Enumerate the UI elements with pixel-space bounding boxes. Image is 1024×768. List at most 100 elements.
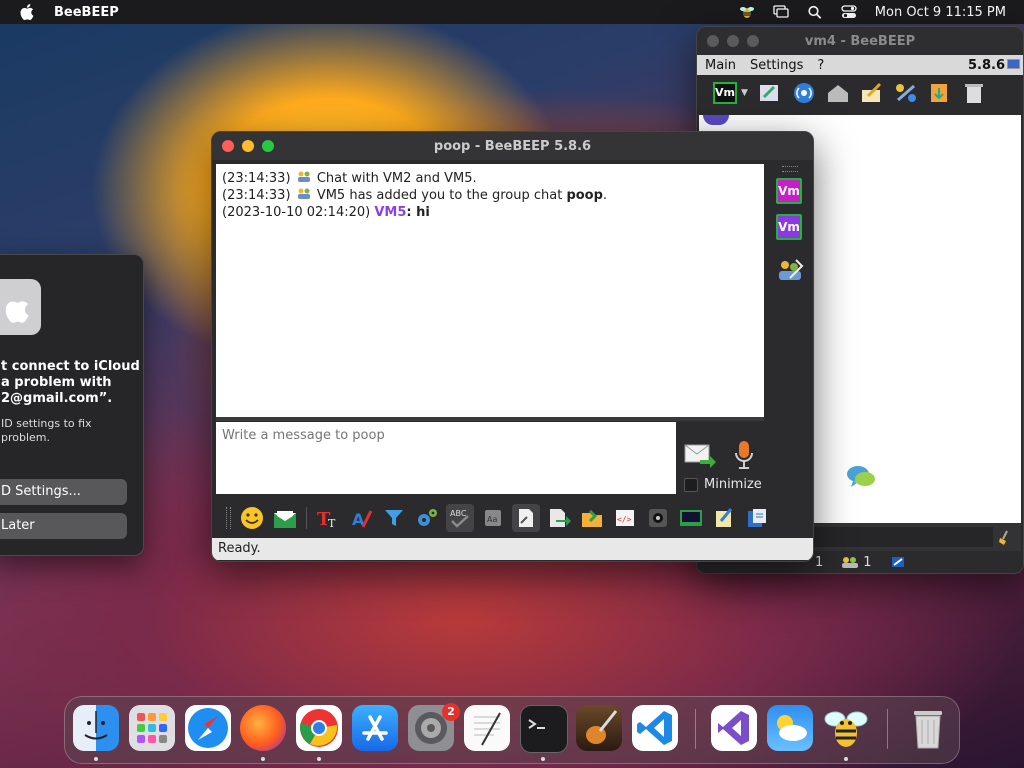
svg-text:T: T bbox=[328, 517, 336, 529]
send-folder-icon[interactable] bbox=[578, 504, 606, 532]
app-store-icon[interactable] bbox=[352, 705, 398, 751]
spotlight-search-icon[interactable] bbox=[807, 5, 823, 19]
launchpad-icon[interactable] bbox=[129, 705, 175, 751]
menu-help[interactable]: ? bbox=[817, 58, 824, 73]
chat-toolbar: TT A ABC Aa </> bbox=[216, 500, 776, 536]
group-chat-icon bbox=[297, 171, 310, 182]
user-avatar-icon[interactable] bbox=[703, 115, 729, 125]
version-label: 5.8.6 bbox=[967, 57, 1005, 73]
notification-badge: 2 bbox=[442, 703, 460, 721]
message-sender[interactable]: VM5 bbox=[374, 205, 406, 220]
font-color-icon[interactable]: A bbox=[347, 504, 375, 532]
vscode-icon[interactable] bbox=[632, 705, 678, 751]
dock-separator bbox=[887, 709, 888, 749]
vm4-menu-bar: Main Settings ? 5.8.6 bbox=[697, 55, 1023, 75]
terminal-icon[interactable] bbox=[520, 705, 568, 753]
alert-message: t connect to iCloud a problem with 2@gma… bbox=[1, 359, 140, 406]
svg-text:ABC: ABC bbox=[450, 509, 467, 518]
spellcheck-icon[interactable]: ABC bbox=[446, 504, 474, 532]
running-indicator bbox=[844, 757, 848, 761]
toolbar-separator bbox=[306, 507, 307, 529]
send-file-icon[interactable] bbox=[545, 504, 573, 532]
chat-bubbles-icon[interactable] bbox=[845, 463, 877, 491]
chat-members-sidebar: Vm Vm bbox=[770, 164, 810, 494]
profile-vm-icon[interactable]: Vm bbox=[713, 82, 737, 104]
clear-icon[interactable] bbox=[962, 82, 986, 104]
dock-separator bbox=[695, 709, 696, 749]
alert-description: ID settings to fix problem. bbox=[1, 417, 92, 444]
finder-icon[interactable] bbox=[73, 705, 119, 751]
active-app-name[interactable]: BeeBEEP bbox=[54, 5, 119, 20]
write-note-icon[interactable] bbox=[860, 82, 884, 104]
save-chat-icon[interactable] bbox=[743, 504, 771, 532]
settings-gears-icon[interactable] bbox=[413, 504, 441, 532]
screen-mirroring-icon[interactable] bbox=[773, 5, 789, 19]
firefox-icon[interactable] bbox=[240, 705, 286, 751]
beebeep-status-icon[interactable] bbox=[739, 5, 755, 19]
send-message-icon[interactable] bbox=[684, 442, 716, 468]
menubar-clock[interactable]: Mon Oct 9 11:15 PM bbox=[875, 5, 1006, 20]
dock: 2 bbox=[64, 696, 960, 764]
chrome-icon[interactable] bbox=[296, 705, 342, 751]
terminal-export-icon[interactable] bbox=[677, 504, 705, 532]
beebeep-icon[interactable] bbox=[823, 705, 869, 751]
document-icon[interactable] bbox=[512, 504, 540, 532]
status-bar: Ready. bbox=[212, 538, 813, 560]
trash-icon[interactable] bbox=[905, 705, 951, 751]
broadcast-icon[interactable] bbox=[792, 82, 816, 104]
toolbar-grip-handle[interactable] bbox=[226, 507, 231, 529]
chat-window: poop - BeeBEEP 5.8.6 (23:14:33) Chat wit… bbox=[211, 131, 814, 562]
online-count[interactable]: 1 bbox=[815, 555, 823, 570]
edit-group-members-icon[interactable] bbox=[776, 258, 804, 284]
screenshot-icon[interactable] bbox=[644, 504, 672, 532]
member-vm2-avatar[interactable]: Vm bbox=[776, 178, 802, 204]
safari-icon[interactable] bbox=[185, 705, 231, 751]
minimize-label: Minimize bbox=[704, 477, 762, 492]
minimize-checkbox[interactable]: Minimize bbox=[684, 477, 762, 492]
status-edit-icon[interactable] bbox=[758, 82, 782, 104]
member-vm5-avatar[interactable]: Vm bbox=[776, 214, 802, 240]
later-button[interactable]: Later bbox=[0, 513, 127, 539]
menu-settings[interactable]: Settings bbox=[750, 58, 803, 73]
menu-bar: BeeBEEP Mon Oct 9 11:15 PM bbox=[0, 0, 1024, 24]
textedit-icon[interactable] bbox=[464, 705, 510, 751]
running-indicator bbox=[317, 757, 321, 761]
visual-studio-icon[interactable] bbox=[711, 705, 757, 751]
group-count[interactable]: 1 bbox=[841, 555, 872, 570]
apple-menu-icon[interactable] bbox=[20, 4, 34, 20]
chat-history[interactable]: (23:14:33) Chat with VM2 and VM5. (23:14… bbox=[216, 164, 764, 417]
message-input[interactable] bbox=[216, 422, 676, 494]
checkbox-box[interactable] bbox=[684, 477, 698, 492]
network-status-icon[interactable] bbox=[890, 555, 906, 569]
network-icon[interactable] bbox=[894, 82, 918, 104]
notes-icon[interactable] bbox=[710, 504, 738, 532]
filter-icon[interactable] bbox=[380, 504, 408, 532]
apple-id-settings-button[interactable]: D Settings... bbox=[0, 479, 127, 505]
broom-icon[interactable] bbox=[997, 529, 1013, 545]
code-icon[interactable]: </> bbox=[611, 504, 639, 532]
voice-message-icon[interactable] bbox=[732, 440, 756, 470]
status-text: Ready. bbox=[218, 541, 261, 556]
profile-dropdown-arrow-icon[interactable]: ▼ bbox=[741, 88, 748, 98]
sidebar-grip-handle[interactable] bbox=[782, 166, 798, 172]
user-search-input[interactable] bbox=[809, 527, 993, 547]
send-email-icon[interactable] bbox=[271, 504, 299, 532]
icloud-alert-dialog: t connect to iCloud a problem with 2@gma… bbox=[0, 254, 144, 556]
word-completer-icon[interactable]: Aa bbox=[479, 504, 507, 532]
emoticon-icon[interactable] bbox=[238, 504, 266, 532]
chat-titlebar: poop - BeeBEEP 5.8.6 bbox=[212, 132, 813, 160]
weather-icon[interactable] bbox=[767, 705, 813, 751]
svg-text:Aa: Aa bbox=[487, 515, 497, 524]
apple-logo-icon bbox=[0, 279, 41, 335]
file-share-icon[interactable] bbox=[928, 82, 952, 104]
home-icon[interactable] bbox=[826, 82, 850, 104]
control-center-icon[interactable] bbox=[841, 5, 857, 19]
window-title: vm4 - BeeBEEP bbox=[804, 34, 916, 49]
font-icon[interactable]: TT bbox=[314, 504, 342, 532]
group-chat-icon bbox=[297, 188, 310, 199]
running-indicator bbox=[261, 757, 265, 761]
garageband-icon[interactable] bbox=[576, 705, 622, 751]
input-splitter-handle[interactable] bbox=[216, 417, 764, 421]
menu-main[interactable]: Main bbox=[705, 58, 736, 73]
running-indicator bbox=[94, 757, 98, 761]
